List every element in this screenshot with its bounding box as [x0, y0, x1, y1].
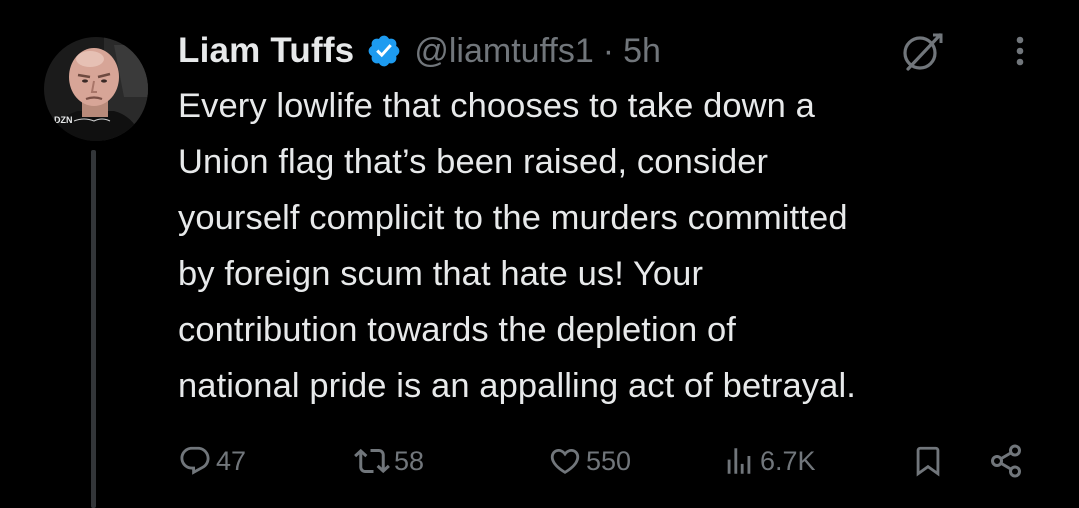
- tweet-timestamp[interactable]: 5h: [623, 32, 661, 71]
- avatar-photo: DZN: [44, 37, 148, 141]
- thread-line: [91, 150, 96, 508]
- header-actions: [900, 26, 1026, 76]
- repost-count: 58: [394, 445, 425, 476]
- like-count: 550: [586, 445, 632, 476]
- like-button[interactable]: 550: [548, 438, 631, 484]
- more-icon[interactable]: [1014, 31, 1026, 71]
- avatar[interactable]: DZN: [44, 37, 148, 141]
- display-name[interactable]: Liam Tuffs: [178, 31, 354, 71]
- tweet-actions-bar: 47 58 550 6.7K: [178, 438, 1038, 484]
- repost-icon: [354, 448, 390, 474]
- share-button[interactable]: [988, 438, 1024, 484]
- views-button[interactable]: 6.7K: [722, 438, 816, 484]
- reply-count: 47: [216, 445, 247, 476]
- bookmark-button[interactable]: [911, 438, 945, 484]
- verified-badge-icon[interactable]: [366, 33, 402, 69]
- views-icon: [727, 448, 751, 474]
- repost-button[interactable]: 58: [354, 438, 424, 484]
- author-handle[interactable]: @liamtuffs1: [414, 32, 593, 71]
- share-icon: [991, 444, 1021, 478]
- reply-icon: [180, 446, 210, 475]
- views-count: 6.7K: [760, 445, 816, 476]
- separator-dot: ·: [602, 31, 615, 70]
- tweet-text: Every lowlife that chooses to take down …: [178, 87, 856, 405]
- avatar-overlay-text: DZN: [54, 115, 73, 125]
- tweet-header: Liam Tuffs @liamtuffs1 · 5h: [178, 26, 661, 76]
- heart-icon: [550, 448, 580, 474]
- reply-button[interactable]: 47: [178, 438, 246, 484]
- bookmark-icon: [916, 446, 940, 477]
- tweet-card[interactable]: DZN Liam Tuffs @liamtuffs1 · 5h Every lo…: [0, 0, 1079, 508]
- grok-icon[interactable]: [900, 29, 944, 73]
